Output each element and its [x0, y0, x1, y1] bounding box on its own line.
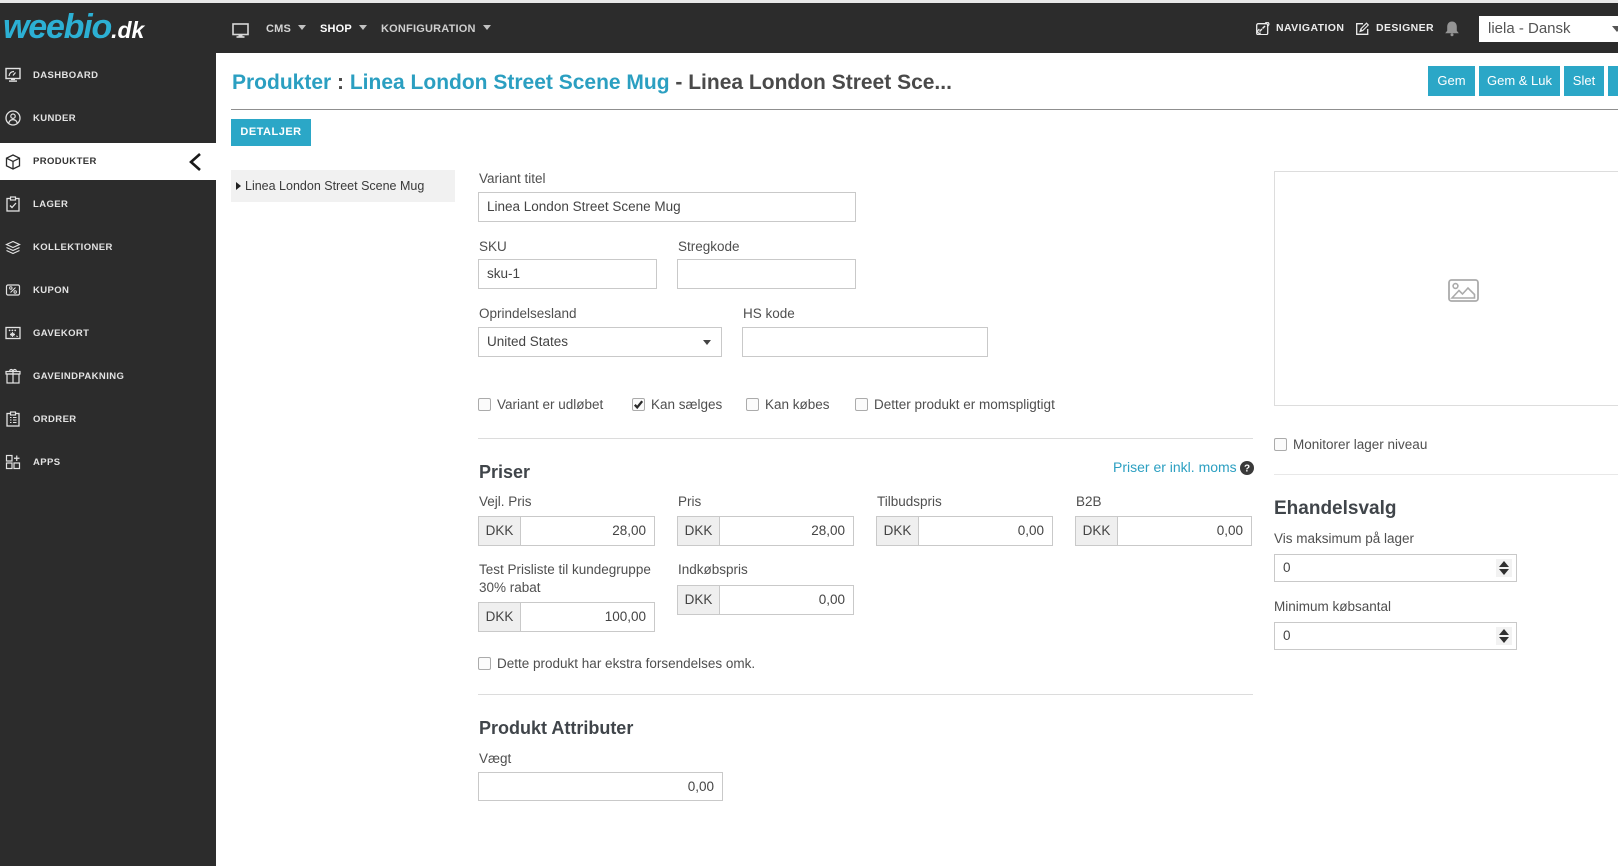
svg-text:?: ?: [1244, 464, 1250, 475]
